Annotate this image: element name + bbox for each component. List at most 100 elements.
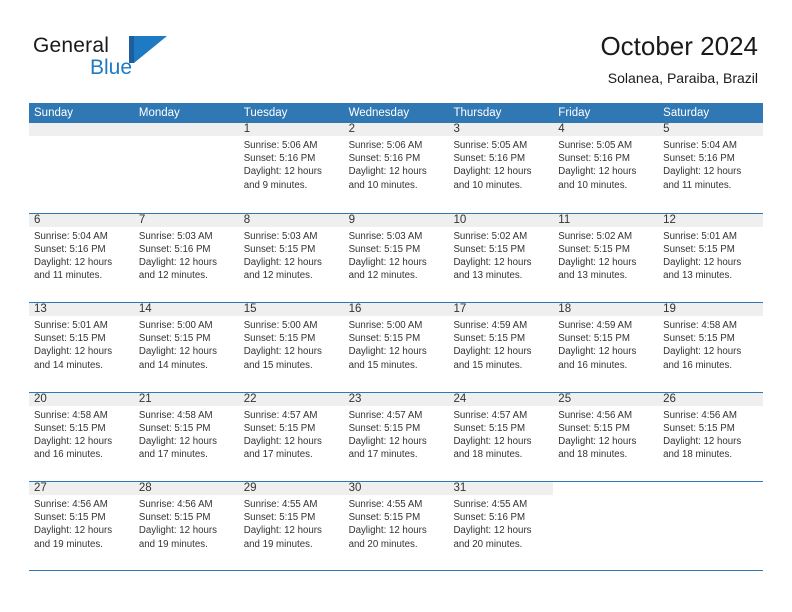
day-number: 24 [448,392,554,406]
sunrise-time: Sunrise: 4:59 AM [558,320,633,331]
calendar-week-row: 20 Sunrise: 4:58 AM Sunset: 5:15 PM Dayligh… [29,391,764,481]
day-sun-info: Sunrise: 5:00 AM Sunset: 5:15 PM Daylight:… [344,316,449,372]
daylight-duration-line1: Daylight: 12 hours [243,346,322,358]
sunset-time: Sunset: 5:15 PM [663,333,735,345]
daylight-duration-line1: Daylight: 12 hours [558,435,637,447]
calendar-day-cell[interactable]: 20 Sunrise: 4:58 AM Sunset: 5:15 PM Dayligh… [29,392,134,481]
day-number: 13 [29,303,134,316]
sunrise-time: Sunrise: 4:56 AM [558,409,633,421]
day-sun-info: Sunrise: 5:00 AM Sunset: 5:15 PM Daylight:… [239,316,344,372]
calendar-day-cell[interactable]: 16 Sunrise: 5:00 AM Sunset: 5:15 PM Dayligh… [343,303,449,392]
day-number: 11 [553,213,659,227]
day-sun-info: Sunrise: 5:03 AM Sunset: 5:15 PM Daylight:… [239,227,344,283]
daylight-duration-line1: Daylight: 12 hours [348,346,427,358]
sunrise-time: Sunrise: 4:55 AM [243,499,318,510]
calendar-day-cell[interactable]: 22 Sunrise: 4:57 AM Sunset: 5:15 PM Dayligh… [238,392,344,481]
calendar-day-cell[interactable]: 11 Sunrise: 5:02 AM Sunset: 5:15 PM Dayligh… [553,213,659,302]
calendar-day-cell[interactable]: 29 Sunrise: 4:55 AM Sunset: 5:15 PM Dayligh… [238,482,344,570]
calendar-day-cell[interactable]: 21 Sunrise: 4:58 AM Sunset: 5:15 PM Dayligh… [133,392,239,481]
calendar-day-cell[interactable]: 28 Sunrise: 4:56 AM Sunset: 5:15 PM Dayligh… [133,482,239,570]
calendar-day-cell[interactable]: 17 Sunrise: 4:59 AM Sunset: 5:15 PM Dayligh… [448,303,554,392]
sunset-time: Sunset: 5:16 PM [348,153,421,165]
day-sun-info: Sunrise: 4:58 AM Sunset: 5:15 PM Daylight:… [658,316,763,372]
day-number: 27 [29,482,134,495]
day-number: 17 [448,303,554,316]
daylight-duration-line2: and 11 minutes. [34,270,103,282]
sunrise-time: Sunrise: 4:55 AM [453,499,528,510]
calendar-day-cell[interactable]: 31 Sunrise: 4:55 AM Sunset: 5:16 PM Dayligh… [448,482,554,570]
sunset-time: Sunset: 5:15 PM [348,512,421,524]
daylight-duration-line2: and 12 minutes. [348,270,418,282]
calendar-day-cell[interactable]: 14 Sunrise: 5:00 AM Sunset: 5:15 PM Dayligh… [133,303,239,392]
day-number: 12 [658,213,764,227]
daylight-duration-line2: and 10 minutes. [453,179,523,191]
sunset-time: Sunset: 5:15 PM [348,333,421,345]
sunset-time: Sunset: 5:16 PM [453,512,526,524]
day-number: 23 [343,392,449,406]
calendar-day-cell[interactable]: 15 Sunrise: 5:00 AM Sunset: 5:15 PM Dayligh… [238,303,344,392]
triangle-logo-icon [129,36,169,63]
day-number [133,123,239,136]
sunset-time: Sunset: 5:15 PM [558,243,630,255]
sunrise-time: Sunrise: 4:58 AM [138,409,213,421]
daylight-duration-line1: Daylight: 12 hours [453,256,532,268]
daylight-duration-line1: Daylight: 12 hours [453,525,532,537]
calendar-day-cell[interactable]: 4 Sunrise: 5:05 AM Sunset: 5:16 PM Daylight… [553,123,659,213]
weekday-header-sunday: Sunday [34,107,74,119]
daylight-duration-line1: Daylight: 12 hours [34,435,113,447]
day-number: 26 [658,392,764,406]
daylight-duration-line2: and 17 minutes. [243,449,313,461]
weekday-header-thursday: Thursday [453,107,502,119]
calendar-day-cell[interactable]: 23 Sunrise: 4:57 AM Sunset: 5:15 PM Dayligh… [343,392,449,481]
calendar-day-cell[interactable]: 9 Sunrise: 5:03 AM Sunset: 5:15 PM Daylight… [343,213,449,302]
daylight-duration-line2: and 10 minutes. [558,179,628,191]
calendar-day-cell[interactable]: 27 Sunrise: 4:56 AM Sunset: 5:15 PM Dayligh… [29,482,134,570]
sunrise-time: Sunrise: 4:56 AM [663,409,737,421]
daylight-duration-line1: Daylight: 12 hours [348,525,427,537]
calendar-day-cell[interactable]: 6 Sunrise: 5:04 AM Sunset: 5:16 PM Daylight… [29,213,134,302]
day-sun-info: Sunrise: 5:01 AM Sunset: 5:15 PM Daylight:… [29,316,134,372]
sunset-time: Sunset: 5:15 PM [34,333,106,345]
day-sun-info: Sunrise: 4:57 AM Sunset: 5:15 PM Daylight:… [239,406,344,462]
calendar-day-cell[interactable]: 19 Sunrise: 4:58 AM Sunset: 5:15 PM Dayligh… [658,303,764,392]
calendar-empty-cell [133,123,239,213]
weekday-header-wednesday: Wednesday [348,107,410,119]
calendar-day-cell[interactable]: 10 Sunrise: 5:02 AM Sunset: 5:15 PM Dayligh… [448,213,554,302]
calendar-week-row: 1 Sunrise: 5:06 AM Sunset: 5:16 PM Daylight… [29,123,764,213]
weekday-header-tuesday: Tuesday [243,107,288,119]
calendar-weeks: 1 Sunrise: 5:06 AM Sunset: 5:16 PM Daylight… [29,123,764,571]
calendar-day-cell[interactable]: 24 Sunrise: 4:57 AM Sunset: 5:15 PM Dayligh… [448,392,554,481]
day-number: 30 [343,482,449,495]
calendar-day-cell[interactable]: 12 Sunrise: 5:01 AM Sunset: 5:15 PM Dayligh… [658,213,764,302]
day-number: 5 [658,123,764,136]
day-number: 25 [553,392,659,406]
calendar-day-cell[interactable]: 26 Sunrise: 4:56 AM Sunset: 5:15 PM Dayligh… [658,392,764,481]
calendar-day-cell[interactable]: 8 Sunrise: 5:03 AM Sunset: 5:15 PM Daylight… [238,213,344,302]
calendar-day-cell[interactable]: 2 Sunrise: 5:06 AM Sunset: 5:16 PM Daylight… [343,123,449,213]
day-number: 20 [29,392,134,406]
weekday-header-friday: Friday [558,107,591,119]
daylight-duration-line1: Daylight: 12 hours [348,166,427,178]
calendar-day-cell[interactable]: 30 Sunrise: 4:55 AM Sunset: 5:15 PM Dayligh… [343,482,449,570]
sunrise-time: Sunrise: 4:56 AM [34,499,108,510]
sunset-time: Sunset: 5:15 PM [243,512,316,524]
sunset-time: Sunset: 5:15 PM [348,422,421,434]
sunset-time: Sunset: 5:16 PM [243,153,316,165]
calendar-day-cell[interactable]: 5 Sunrise: 5:04 AM Sunset: 5:16 PM Daylight… [658,123,764,213]
sunrise-time: Sunrise: 4:57 AM [243,409,318,421]
daylight-duration-line2: and 15 minutes. [348,359,418,371]
sunset-time: Sunset: 5:16 PM [558,153,630,165]
brand-logo[interactable]: General Blue [33,34,213,86]
daylight-duration-line2: and 9 minutes. [243,179,308,191]
daylight-duration-line2: and 20 minutes. [453,538,523,550]
calendar-day-cell[interactable]: 13 Sunrise: 5:01 AM Sunset: 5:15 PM Dayligh… [29,303,134,392]
calendar-day-cell[interactable]: 3 Sunrise: 5:05 AM Sunset: 5:16 PM Daylight… [448,123,554,213]
calendar-day-cell[interactable]: 25 Sunrise: 4:56 AM Sunset: 5:15 PM Dayligh… [553,392,659,481]
daylight-duration-line1: Daylight: 12 hours [663,346,742,358]
sunrise-time: Sunrise: 4:56 AM [138,499,213,510]
daylight-duration-line2: and 13 minutes. [558,270,628,282]
calendar-day-cell[interactable]: 18 Sunrise: 4:59 AM Sunset: 5:15 PM Dayligh… [553,303,659,392]
calendar-day-cell[interactable]: 1 Sunrise: 5:06 AM Sunset: 5:16 PM Daylight… [238,123,344,213]
calendar-day-cell[interactable]: 7 Sunrise: 5:03 AM Sunset: 5:16 PM Daylight… [133,213,239,302]
day-number: 10 [448,213,554,227]
